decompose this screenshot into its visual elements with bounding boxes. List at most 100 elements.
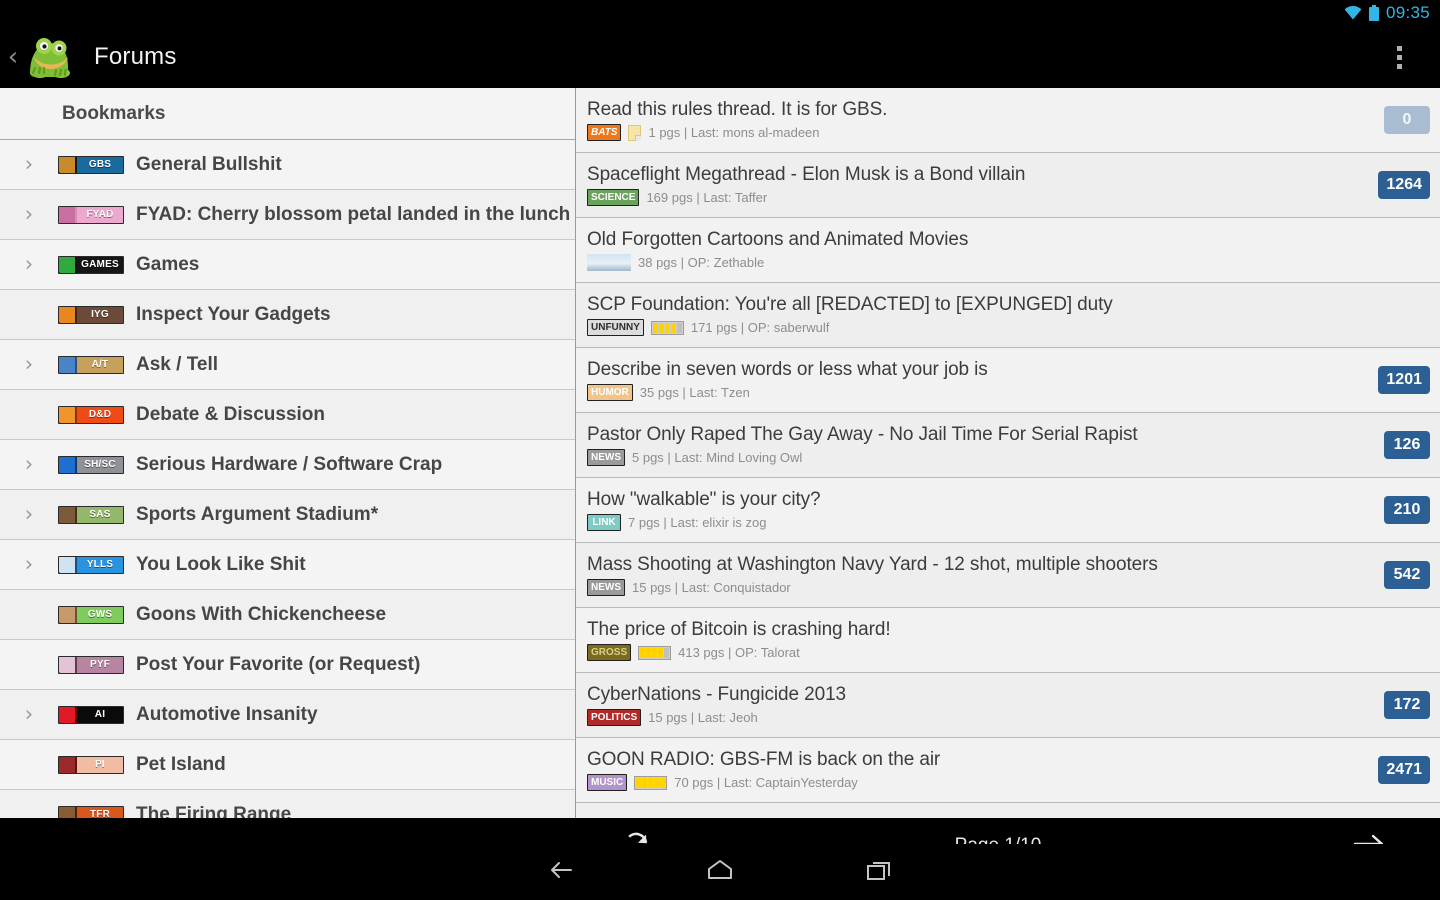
- sidebar-section-bookmarks: Bookmarks: [0, 88, 575, 140]
- expand-chevron-icon[interactable]: ›: [0, 154, 58, 175]
- expand-chevron-icon[interactable]: ›: [0, 704, 58, 725]
- sidebar-item-fyad[interactable]: › FYAD FYAD: Cherry blossom petal landed i…: [0, 190, 575, 240]
- thread-tag-label: UNFUNNY: [591, 321, 640, 333]
- thread-main: Read this rules thread. It is for GBS. BA…: [587, 99, 1374, 142]
- sidebar-item-a-t[interactable]: › A/T Ask / Tell: [0, 340, 575, 390]
- forum-abbreviation: D&D: [88, 408, 112, 420]
- unread-count-badge: [1384, 301, 1430, 329]
- battery-icon: [1368, 5, 1379, 21]
- expand-chevron-icon[interactable]: ›: [0, 504, 58, 525]
- thread-title: SCP Foundation: You're all [REDACTED] to…: [587, 293, 1113, 315]
- expand-chevron-icon[interactable]: ›: [0, 254, 58, 275]
- sidebar-item-d-d[interactable]: D&D Debate & Discussion: [0, 390, 575, 440]
- sidebar-item-ai[interactable]: › AI Automotive Insanity: [0, 690, 575, 740]
- thread-list[interactable]: Read this rules thread. It is for GBS. BA…: [576, 88, 1440, 818]
- unread-count-badge: 542: [1384, 561, 1430, 589]
- sidebar-item-tfr[interactable]: TFR The Firing Range: [0, 790, 575, 818]
- thread-meta: SCIENCE 169 pgs | Last: Taffer: [587, 189, 1368, 207]
- page-title: Forums: [94, 43, 177, 70]
- forum-tag-icon: GWS: [58, 605, 124, 624]
- forum-abbreviation: GAMES: [81, 258, 119, 270]
- thread-row[interactable]: The price of Bitcoin is crashing hard! GR…: [576, 608, 1440, 673]
- expand-chevron-icon[interactable]: ›: [0, 554, 58, 575]
- thread-row[interactable]: Pastor Only Raped The Gay Away - No Jail…: [576, 413, 1440, 478]
- forum-abbreviation: FYAD: [86, 208, 114, 220]
- thread-meta-text: 15 pgs | Last: Jeoh: [648, 710, 758, 725]
- thread-row[interactable]: CyberNations - Fungicide 2013 POLITICS 15 …: [576, 673, 1440, 738]
- thread-row[interactable]: SCP Foundation: You're all [REDACTED] to…: [576, 283, 1440, 348]
- thread-main: CyberNations - Fungicide 2013 POLITICS 15 …: [587, 684, 1374, 727]
- forum-tag-icon: SAS: [58, 505, 124, 524]
- android-home-icon: [705, 858, 735, 887]
- thread-row[interactable]: Describe in seven words or less what you…: [576, 348, 1440, 413]
- thread-row[interactable]: Read this rules thread. It is for GBS. BA…: [576, 88, 1440, 153]
- thread-tag-icon: SCIENCE: [587, 189, 640, 206]
- unread-count-badge: 1264: [1378, 171, 1430, 199]
- sidebar-item-label: Pet Island: [136, 753, 226, 775]
- thread-tag-icon: [587, 254, 631, 271]
- thread-tag-icon: MUSIC: [587, 774, 628, 791]
- unread-count-badge: 0: [1384, 106, 1430, 134]
- thread-meta: LINK 7 pgs | Last: elixir is zog: [587, 514, 1374, 532]
- thread-row[interactable]: Mass Shooting at Washington Navy Yard - …: [576, 543, 1440, 608]
- forum-abbreviation: PYF: [89, 658, 111, 670]
- forum-tag-icon: SH/SC: [58, 455, 124, 474]
- sidebar-item-iyg[interactable]: IYG Inspect Your Gadgets: [0, 290, 575, 340]
- thread-row[interactable]: Spaceflight Megathread - Elon Musk is a …: [576, 153, 1440, 218]
- expand-chevron-icon[interactable]: ›: [0, 454, 58, 475]
- thread-tag-label: BATS: [591, 126, 618, 138]
- forum-tag-icon: YLLS: [58, 555, 124, 574]
- unread-count-badge: 126: [1384, 431, 1430, 459]
- sidebar-item-gbs[interactable]: › GBS General Bullshit: [0, 140, 575, 190]
- sidebar-item-gws[interactable]: GWS Goons With Chickencheese: [0, 590, 575, 640]
- expand-chevron-icon[interactable]: ›: [0, 204, 58, 225]
- thread-row[interactable]: GOON RADIO: GBS-FM is back on the air MUS…: [576, 738, 1440, 803]
- sidebar-item-ylls[interactable]: › YLLS You Look Like Shit: [0, 540, 575, 590]
- thread-row[interactable]: How "walkable" is your city? LINK 7 pgs | …: [576, 478, 1440, 543]
- sidebar-item-games[interactable]: › GAMES Games: [0, 240, 575, 290]
- overflow-menu-button[interactable]: [1372, 30, 1426, 84]
- sidebar-item-label: Serious Hardware / Software Crap: [136, 453, 443, 475]
- unread-count-badge: [1384, 236, 1430, 264]
- android-back-button[interactable]: [532, 850, 588, 894]
- sidebar-item-sas[interactable]: › SAS Sports Argument Stadium*: [0, 490, 575, 540]
- thread-main: The price of Bitcoin is crashing hard! GR…: [587, 619, 1374, 662]
- status-clock: 09:35: [1385, 3, 1430, 22]
- thread-meta-text: 5 pgs | Last: Mind Loving Owl: [632, 450, 803, 465]
- thread-rating-icon: [638, 645, 672, 660]
- thread-meta-text: 70 pgs | Last: CaptainYesterday: [674, 775, 858, 790]
- thread-meta: POLITICS 15 pgs | Last: Jeoh: [587, 709, 1374, 727]
- bookmarks-button[interactable]: ★: [1308, 30, 1362, 84]
- sidebar-item-pyf[interactable]: PYF Post Your Favorite (or Request): [0, 640, 575, 690]
- thread-title: Mass Shooting at Washington Navy Yard - …: [587, 553, 1158, 575]
- sidebar-item-label: Debate & Discussion: [136, 403, 325, 425]
- overflow-menu-icon: [1396, 45, 1402, 69]
- android-home-button[interactable]: [692, 850, 748, 894]
- forum-abbreviation: TFR: [89, 808, 111, 818]
- thread-meta: NEWS 5 pgs | Last: Mind Loving Owl: [587, 449, 1374, 467]
- sidebar-item-label: Ask / Tell: [136, 353, 219, 375]
- sidebar-item-pi[interactable]: PI Pet Island: [0, 740, 575, 790]
- forum-abbreviation: SH/SC: [84, 458, 116, 470]
- thread-meta-text: 171 pgs | OP: saberwulf: [690, 320, 830, 335]
- thread-meta: GROSS 413 pgs | OP: Talorat: [587, 644, 1374, 662]
- sidebar-item-label: You Look Like Shit: [136, 553, 306, 575]
- thread-title: CyberNations - Fungicide 2013: [587, 683, 847, 705]
- forum-abbreviation: GWS: [87, 608, 113, 620]
- android-status-bar: 09:35: [0, 0, 1440, 26]
- forum-tag-icon: GAMES: [58, 255, 124, 274]
- unread-count-badge: [1384, 626, 1430, 654]
- frog-logo-icon[interactable]: [20, 29, 76, 85]
- android-recents-button[interactable]: [852, 850, 908, 894]
- forum-abbreviation: IYG: [91, 308, 109, 320]
- thread-row[interactable]: Old Forgotten Cartoons and Animated Movi…: [576, 218, 1440, 283]
- unread-count-badge: 172: [1384, 691, 1430, 719]
- android-nav-bar: [0, 844, 1440, 900]
- expand-chevron-icon[interactable]: ›: [0, 354, 58, 375]
- forum-abbreviation: PI: [95, 758, 105, 770]
- sidebar-item-sh-sc[interactable]: › SH/SC Serious Hardware / Software Crap: [0, 440, 575, 490]
- content-area: Bookmarks › GBS General Bullshit › FYAD FYAD:…: [0, 88, 1440, 900]
- app-action-bar: ‹ Forums ★: [0, 26, 1440, 88]
- forums-sidebar[interactable]: Bookmarks › GBS General Bullshit › FYAD FYAD:…: [0, 88, 576, 818]
- thread-meta-text: 35 pgs | Last: Tzen: [639, 385, 750, 400]
